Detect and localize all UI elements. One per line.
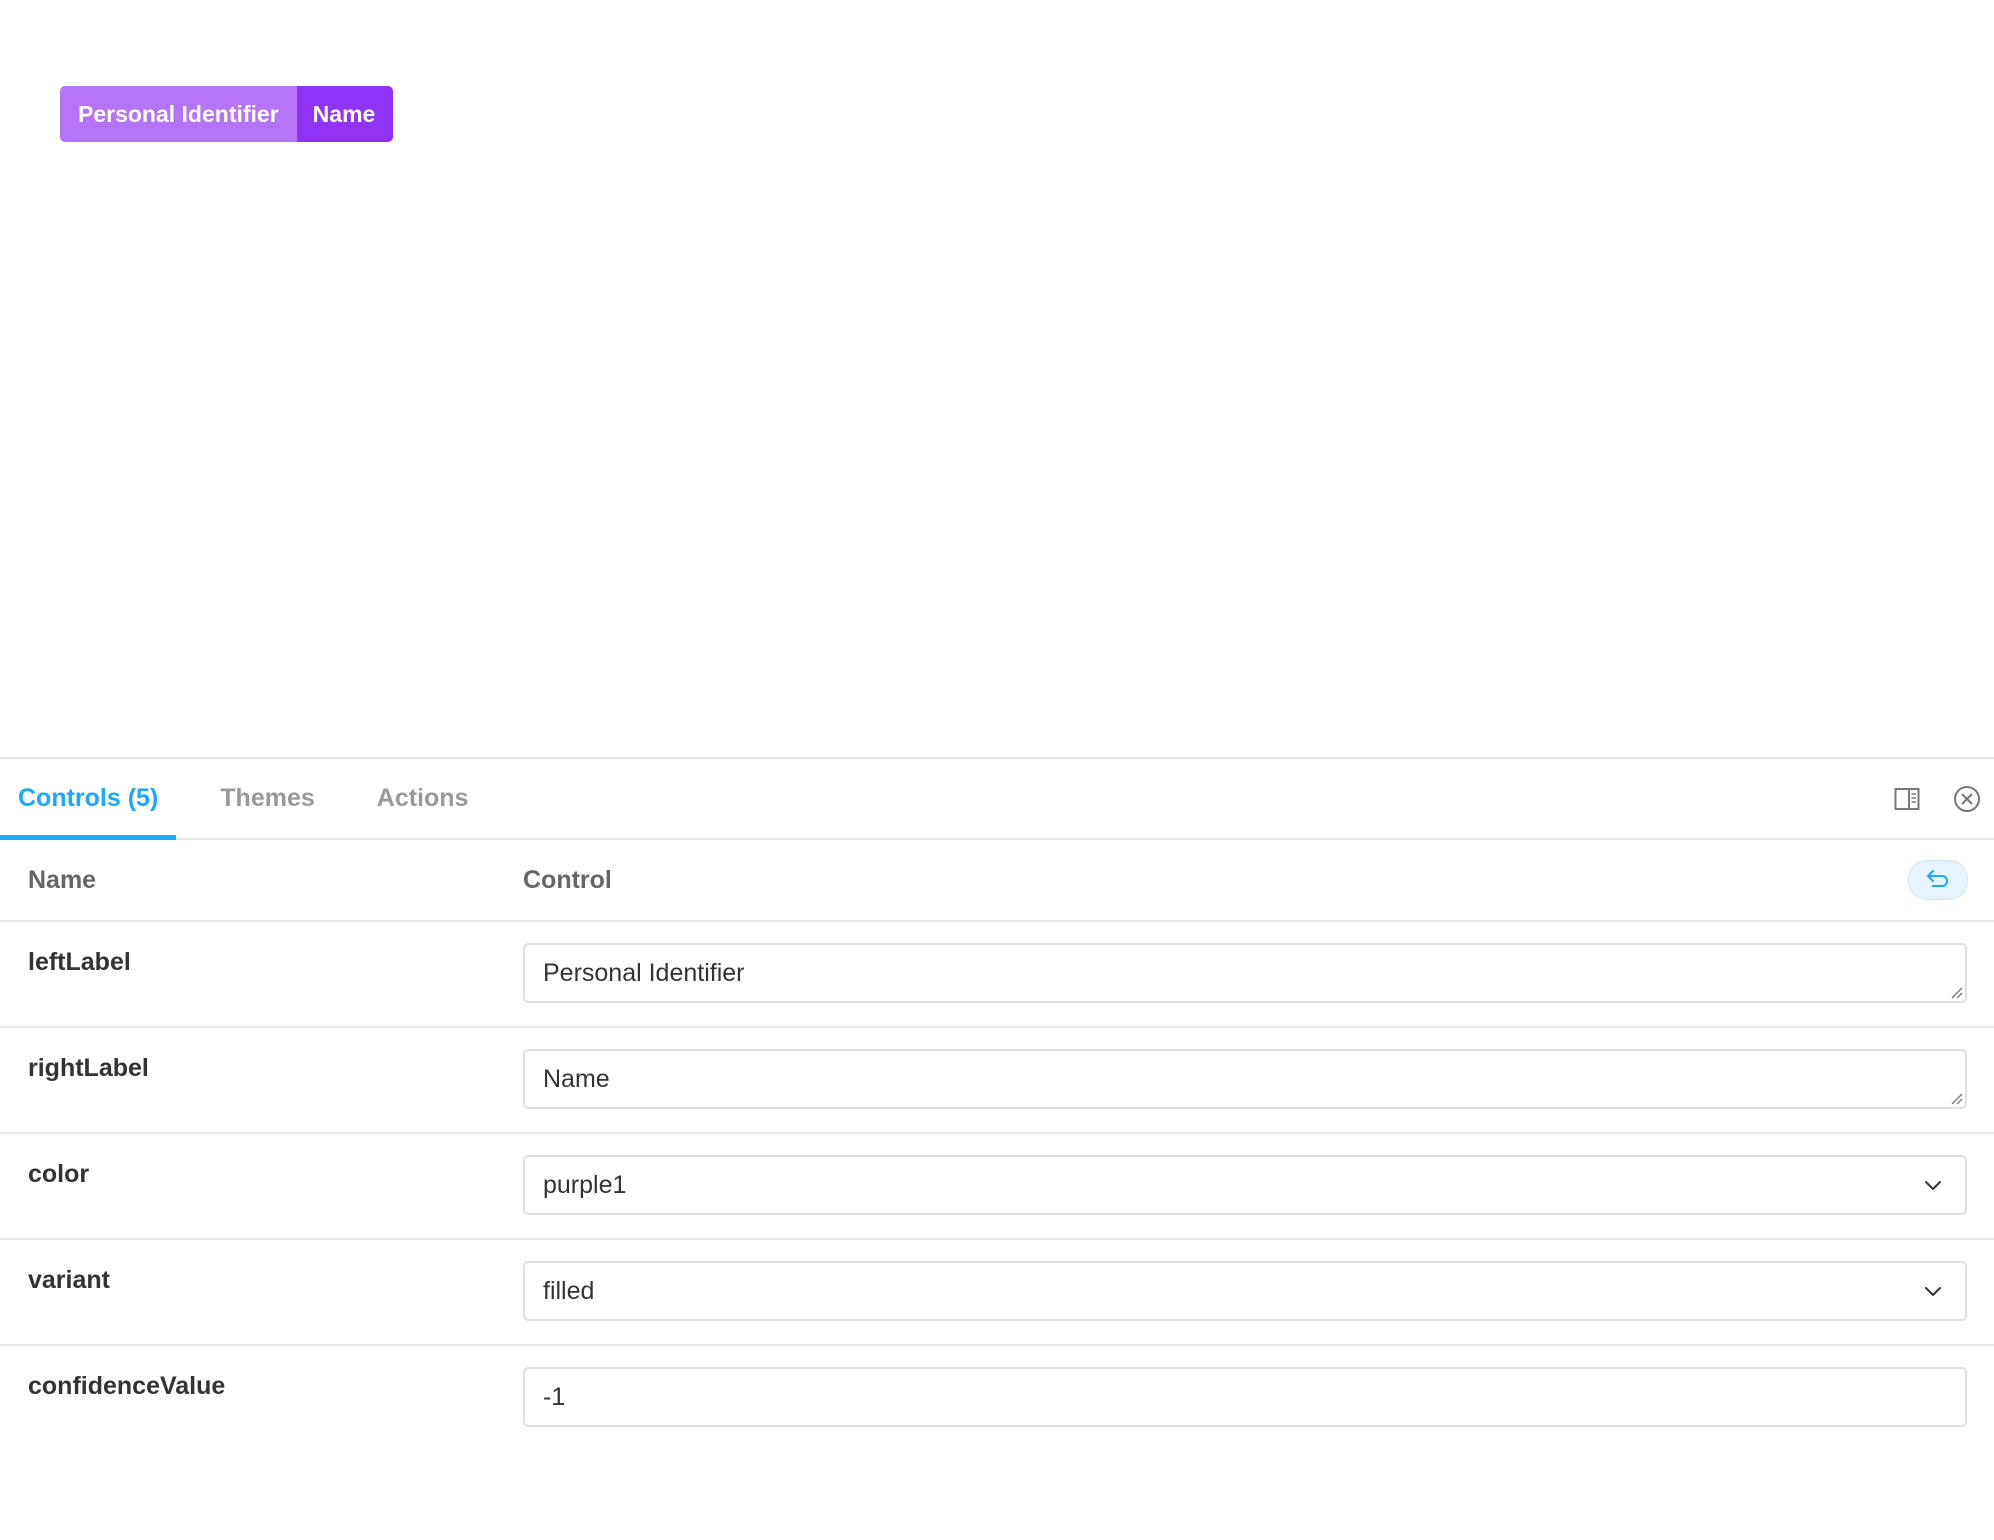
controls-table-header: Name Control (0, 840, 1994, 922)
panel-toolbar (1892, 759, 1994, 838)
control-row-leftlabel: leftLabel Personal Identifier (0, 922, 1994, 1028)
undo-icon (1925, 868, 1951, 893)
select-value: purple1 (543, 1170, 627, 1199)
tab-actions[interactable]: Actions (359, 759, 487, 838)
chevron-down-icon (1925, 1181, 1941, 1190)
control-name: rightLabel (28, 1054, 149, 1082)
tab-themes[interactable]: Themes (202, 759, 332, 838)
panel-layout-icon[interactable] (1892, 784, 1922, 814)
leftlabel-textarea[interactable]: Personal Identifier (523, 943, 1967, 1003)
column-header-name: Name (28, 865, 97, 894)
rightlabel-textarea[interactable]: Name (523, 1049, 1967, 1109)
reset-controls-button[interactable] (1908, 860, 1968, 900)
addons-tabbar: Controls (5) Themes Actions (0, 759, 1994, 840)
variant-select[interactable]: filled (523, 1261, 1967, 1321)
control-row-variant: variant filled (0, 1240, 1994, 1346)
confidencevalue-number-input[interactable]: -1 (523, 1367, 1967, 1427)
badge-left-label: Personal Identifier (60, 86, 297, 142)
control-name: leftLabel (28, 948, 131, 976)
resize-grip-icon[interactable] (1949, 985, 1963, 999)
control-name: confidenceValue (28, 1372, 226, 1400)
control-row-confidencevalue: confidenceValue -1 (0, 1346, 1994, 1450)
control-name: color (28, 1160, 90, 1188)
chevron-down-icon (1925, 1287, 1941, 1296)
field-value: Personal Identifier (543, 958, 745, 987)
tab-controls[interactable]: Controls (5) (0, 759, 177, 840)
control-row-rightlabel: rightLabel Name (0, 1028, 1994, 1134)
control-row-color: color purple1 (0, 1134, 1994, 1240)
addons-panel: Controls (5) Themes Actions Name Control… (0, 757, 1994, 1540)
field-value: -1 (543, 1382, 566, 1411)
story-canvas: Personal Identifier Name (0, 0, 1994, 758)
color-select[interactable]: purple1 (523, 1155, 1967, 1215)
badge-right-label: Name (296, 86, 394, 142)
identifier-badge: Personal Identifier Name (60, 86, 394, 142)
resize-grip-icon[interactable] (1949, 1091, 1963, 1105)
column-header-control: Control (523, 865, 612, 894)
control-name: variant (28, 1266, 110, 1294)
close-circle-icon[interactable] (1952, 784, 1982, 814)
select-value: filled (543, 1276, 595, 1305)
field-value: Name (543, 1064, 610, 1093)
